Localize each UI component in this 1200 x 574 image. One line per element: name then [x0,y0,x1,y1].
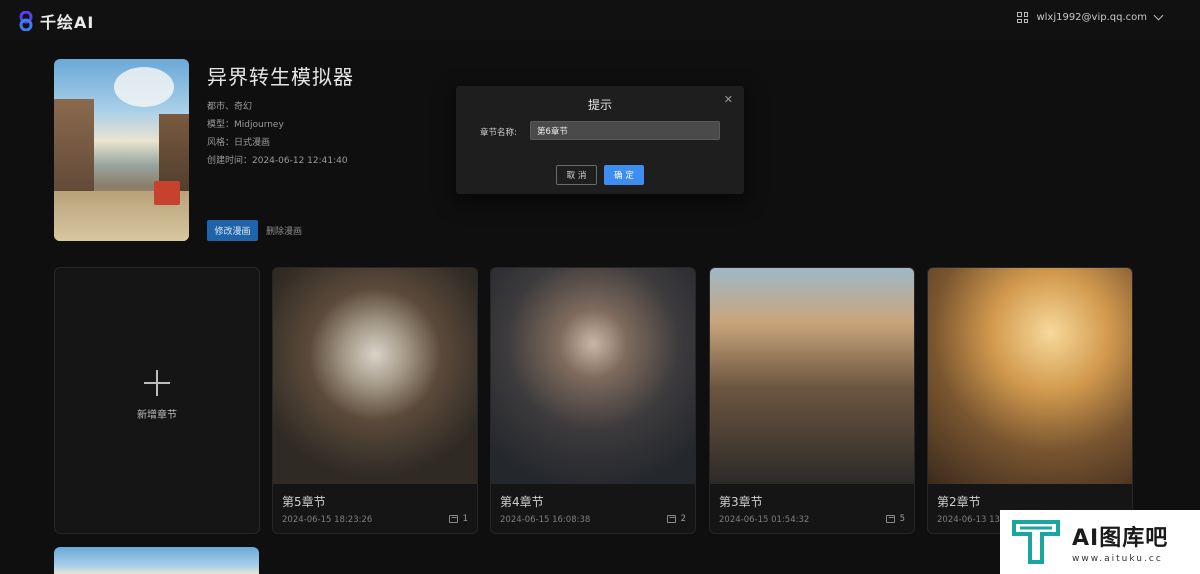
cancel-button[interactable]: 取 消 [556,165,597,185]
chapter-thumbnail [928,268,1132,484]
chapter-card[interactable]: 第2章节 2024-06-13 13: [927,267,1133,534]
chapter-thumbnail [491,268,695,484]
chapter-title: 第5章节 [282,495,326,509]
chapter-name-label: 章节名称: [480,128,517,138]
comic-title: 异界转生模拟器 [207,65,354,89]
chapter-card[interactable]: 第5章节 2024-06-15 18:23:26 1 [272,267,478,534]
image-icon [666,515,676,523]
user-menu[interactable]: wlxj1992@vip.qq.com [1017,10,1164,23]
watermark-url: www.aituku.cc [1072,554,1163,564]
chapter-title: 第2章节 [937,495,981,509]
chapter-date: 2024-06-15 01:54:32 [719,515,810,525]
chapter-date: 2024-06-15 18:23:26 [282,515,373,525]
confirm-button[interactable]: 确 定 [604,165,644,185]
image-icon [885,515,895,523]
chapter-thumbnail [710,268,914,484]
logo[interactable]: 千绘AI [18,9,94,33]
chapter-name-input[interactable] [530,121,720,140]
chapter-card[interactable]: 第3章节 2024-06-15 01:54:32 5 [709,267,915,534]
comic-created: 创建时间：2024-06-12 12:41:40 [207,156,348,166]
top-bar: 千绘AI wlxj1992@vip.qq.com [0,0,1200,40]
image-icon [448,515,458,523]
dialog-title: 提示 [587,98,612,112]
image-count: 5 [885,514,905,524]
chapter-title: 第4章节 [500,495,544,509]
comic-tags: 都市、奇幻 [207,102,253,112]
plus-icon [144,370,170,396]
delete-comic-button[interactable]: 删除漫画 [266,224,302,237]
comic-model: 模型：Midjourney [207,120,284,130]
logo-text: 千绘AI [40,13,95,32]
watermark-logo [1012,520,1060,564]
watermark: AI图库吧 www.aituku.cc [1000,510,1200,574]
chapter-thumbnail [273,268,477,484]
qr-code-icon[interactable] [1017,12,1029,23]
chapter-title: 第3章节 [719,495,763,509]
chapter-date: 2024-06-15 16:08:38 [500,515,591,525]
chapter-date: 2024-06-13 13: [937,515,1003,525]
chapter-name-dialog: 提示 ✕ 章节名称: 取 消 确 定 [456,86,744,194]
add-chapter-card[interactable]: 新增章节 [54,267,260,534]
edit-comic-button[interactable]: 修改漫画 [207,220,258,241]
chapter-thumbnail[interactable] [54,547,259,574]
chapter-card[interactable]: 第4章节 2024-06-15 16:08:38 2 [490,267,696,534]
image-count: 2 [666,514,686,524]
chevron-down-icon [1153,10,1164,21]
user-email: wlxj1992@vip.qq.com [1036,12,1147,23]
image-count: 1 [448,514,468,524]
comic-style: 风格：日式漫画 [207,138,271,148]
add-chapter-label: 新增章节 [137,410,177,421]
close-icon[interactable]: ✕ [724,93,733,106]
logo-icon [19,11,33,31]
watermark-title: AI图库吧 [1072,526,1169,551]
comic-cover [54,59,189,241]
